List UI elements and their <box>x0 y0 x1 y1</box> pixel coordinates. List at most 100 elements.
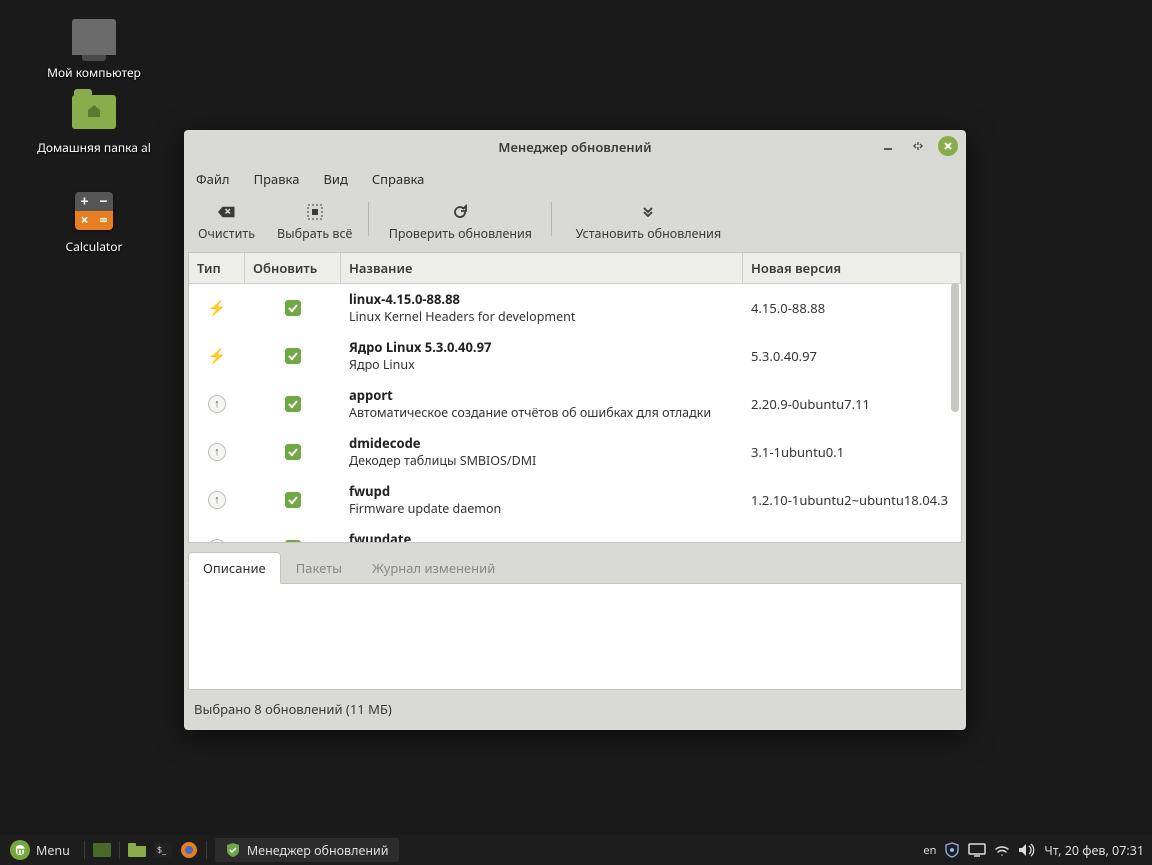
update-up-icon: ↑ <box>208 491 226 509</box>
tab-description[interactable]: Описание <box>188 552 281 584</box>
mint-logo-icon: lm <box>10 840 30 860</box>
install-icon <box>640 202 656 222</box>
package-description: Декодер таблицы SMBIOS/DMI <box>349 452 735 469</box>
terminal-launcher[interactable]: $_ <box>152 839 174 861</box>
menu-view[interactable]: Вид <box>319 168 351 190</box>
checkbox-checked[interactable] <box>285 396 301 412</box>
tool-label: Очистить <box>198 225 255 242</box>
menubar: Файл Правка Вид Справка <box>184 164 966 194</box>
menu-edit[interactable]: Правка <box>250 168 304 190</box>
updates-table: Тип Обновить Название Новая версия ⚡ linu… <box>188 252 962 543</box>
desktop-icon-computer[interactable]: Мой компьютер <box>24 12 164 83</box>
computer-icon <box>24 12 164 62</box>
separator <box>119 841 120 859</box>
package-description: Firmware update daemon <box>349 500 735 517</box>
package-title: linux-4.15.0-88.88 <box>349 290 735 308</box>
checkbox-checked[interactable] <box>285 444 301 460</box>
update-manager-window: Менеджер обновлений Файл Правка Вид Спра… <box>184 130 966 730</box>
detail-tabs: Описание Пакеты Журнал изменений <box>188 551 962 584</box>
desktop-icon-label: Домашняя папка al <box>24 137 164 158</box>
header-version[interactable]: Новая версия <box>743 253 961 283</box>
update-up-icon: ↑ <box>208 443 226 461</box>
keyboard-layout[interactable]: en <box>923 843 936 858</box>
package-version: 2.20.9-0ubuntu7.11 <box>743 393 961 415</box>
kernel-icon: ⚡ <box>208 347 226 365</box>
file-manager-launcher[interactable] <box>126 839 148 861</box>
separator <box>551 202 552 236</box>
update-up-icon: ↑ <box>208 395 226 413</box>
refresh-button[interactable]: Проверить обновления <box>375 200 545 244</box>
desktop-icon-label: Мой компьютер <box>24 62 164 83</box>
package-description: Автоматическое создание отчётов об ошибк… <box>349 404 735 421</box>
clear-button[interactable]: Очистить <box>188 200 265 244</box>
minimize-button[interactable] <box>878 136 898 156</box>
mint-menu-button[interactable]: lm Menu <box>0 835 80 865</box>
titlebar[interactable]: Менеджер обновлений <box>184 130 966 164</box>
table-row[interactable]: ↑fwupdateTransitional package for fwupd1… <box>189 524 961 542</box>
calculator-icon: +−×= <box>24 186 164 236</box>
firefox-launcher[interactable] <box>178 839 200 861</box>
desktop-icon-home[interactable]: Домашняя папка al <box>24 87 164 158</box>
header-update[interactable]: Обновить <box>245 253 341 283</box>
package-version: 3.1-1ubuntu0.1 <box>743 441 961 463</box>
desktop-icon-label: Calculator <box>24 236 164 257</box>
header-type[interactable]: Тип <box>189 253 245 283</box>
desktop-icon-calculator[interactable]: +−×= Calculator <box>24 186 164 257</box>
install-button[interactable]: Установить обновления <box>558 200 738 244</box>
shield-tray-icon[interactable] <box>944 842 960 858</box>
maximize-button[interactable] <box>908 136 928 156</box>
table-row[interactable]: ↑ dmidecodeДекодер таблицы SMBIOS/DMI 3.1-… <box>189 428 961 476</box>
refresh-icon <box>452 202 468 222</box>
checkbox-checked[interactable] <box>285 492 301 508</box>
network-tray-icon[interactable] <box>994 842 1010 858</box>
package-title: Ядро Linux 5.3.0.40.97 <box>349 338 735 356</box>
menu-label: Menu <box>36 842 70 859</box>
package-version: 4.15.0-88.88 <box>743 297 961 319</box>
folder-icon <box>24 87 164 137</box>
header-name[interactable]: Название <box>341 253 743 283</box>
display-tray-icon[interactable] <box>968 843 986 857</box>
task-label: Менеджер обновлений <box>247 842 389 859</box>
svg-text:$_: $_ <box>157 843 167 856</box>
window-title: Менеджер обновлений <box>498 138 651 156</box>
kernel-icon: ⚡ <box>208 299 226 317</box>
package-title: apport <box>349 386 735 404</box>
taskbar: lm Menu $_ Менеджер обновлений en Чт, 20… <box>0 835 1152 865</box>
separator <box>368 202 369 236</box>
tab-packages[interactable]: Пакеты <box>281 552 357 584</box>
table-row[interactable]: ↑ apportАвтоматическое создание отчётов о… <box>189 380 961 428</box>
menu-help[interactable]: Справка <box>368 168 429 190</box>
table-row[interactable]: ⚡linux-4.15.0-88.88Linux Kernel Headers … <box>189 284 961 332</box>
show-desktop-button[interactable] <box>91 839 113 861</box>
table-row[interactable]: ↑fwupdFirmware update daemon1.2.10-1ubun… <box>189 476 961 524</box>
table-row[interactable]: ⚡ Ядро Linux 5.3.0.40.97Ядро Linux 5.3.0.4… <box>189 332 961 380</box>
close-button[interactable] <box>938 136 958 156</box>
table-header: Тип Обновить Название Новая версия <box>189 253 961 284</box>
shield-icon <box>225 842 241 858</box>
select-all-button[interactable]: Выбрать всё <box>267 200 362 244</box>
table-body[interactable]: ⚡linux-4.15.0-88.88Linux Kernel Headers … <box>189 284 961 542</box>
package-title: fwupdate <box>349 530 735 542</box>
description-panel <box>188 584 962 690</box>
scrollbar[interactable] <box>949 283 959 540</box>
menu-file[interactable]: Файл <box>192 168 234 190</box>
checkbox-checked[interactable] <box>285 300 301 316</box>
package-description: Ядро Linux <box>349 356 735 373</box>
package-title: fwupd <box>349 482 735 500</box>
select-all-icon <box>307 202 323 222</box>
taskbar-item-update-manager[interactable]: Менеджер обновлений <box>215 838 399 862</box>
volume-tray-icon[interactable] <box>1018 842 1036 858</box>
package-version: 12-7~ubuntu18.04.3 <box>743 537 961 543</box>
separator <box>206 841 207 859</box>
tab-changelog[interactable]: Журнал изменений <box>357 552 510 584</box>
package-version: 5.3.0.40.97 <box>743 345 961 367</box>
clock[interactable]: Чт, 20 фев, 07:31 <box>1044 842 1144 859</box>
separator <box>84 841 85 859</box>
package-title: dmidecode <box>349 434 735 452</box>
tool-label: Выбрать всё <box>277 225 352 242</box>
tool-label: Проверить обновления <box>389 225 532 242</box>
system-tray: en Чт, 20 фев, 07:31 <box>915 835 1152 865</box>
checkbox-checked[interactable] <box>285 348 301 364</box>
checkbox-checked[interactable] <box>285 540 301 543</box>
tool-label: Установить обновления <box>576 225 722 242</box>
